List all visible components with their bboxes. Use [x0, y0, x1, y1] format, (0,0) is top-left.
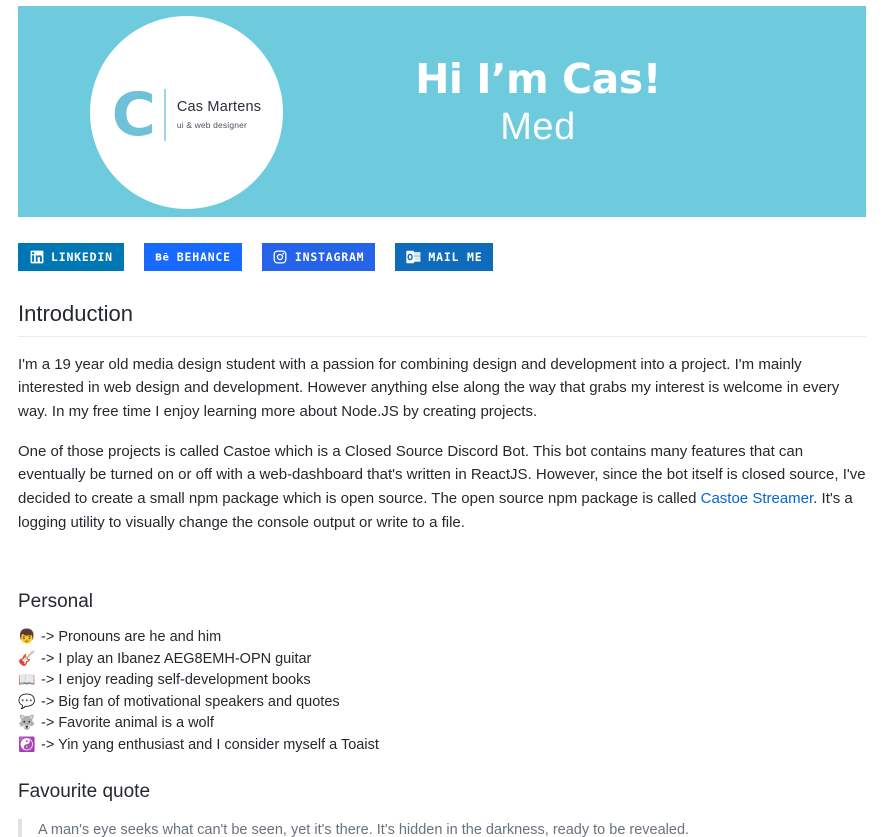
instagram-badge-label: INSTAGRAM — [294, 250, 365, 264]
boy-emoji: 👦 — [18, 629, 36, 646]
speech-balloon-emoji: 💬 — [18, 693, 36, 710]
logo-name: Cas Martens — [176, 98, 262, 115]
wolf-emoji: 🐺 — [18, 715, 36, 732]
linkedin-icon — [29, 250, 44, 265]
outlook-icon — [406, 250, 421, 265]
list-item: 🐺 -> Favorite animal is a wolf — [18, 713, 866, 735]
guitar-emoji: 🎸 — [18, 650, 36, 667]
logo-divider — [163, 88, 166, 141]
list-item-text: -> Yin yang enthusiast and I consider my… — [41, 736, 379, 753]
linkedin-badge-label: LINKEDIN — [51, 250, 113, 264]
behance-badge[interactable]: Bē BEHANCE — [143, 243, 242, 271]
list-item: 📖 -> I enjoy reading self-development boo… — [18, 670, 866, 692]
mail-me-badge-label: MAIL ME — [428, 250, 483, 264]
list-item-text: -> I play an Ibanez AEG8EMH-OPN guitar — [41, 650, 312, 667]
readme-content: Introduction I'm a 19 year old media des… — [18, 300, 866, 837]
logo-circle: C Cas Martens ui & web designer — [90, 16, 283, 209]
list-item-text: -> Favorite animal is a wolf — [41, 715, 214, 732]
favourite-quote-text: A man's eye seeks what can't be seen, ye… — [18, 818, 866, 837]
castoe-streamer-link[interactable]: Castoe Streamer — [701, 490, 814, 507]
list-item: 💬 -> Big fan of motivational speakers and… — [18, 692, 866, 714]
banner-headline: Hi I’m Cas! — [415, 55, 661, 103]
instagram-icon — [273, 250, 288, 265]
social-badge-row: LINKEDIN Bē BEHANCE INSTAGRAM MAIL ME — [18, 243, 494, 271]
favourite-quote-heading: Favourite quote — [18, 781, 151, 803]
mail-me-badge[interactable]: MAIL ME — [395, 243, 494, 271]
open-book-emoji: 📖 — [18, 672, 36, 689]
introduction-paragraph-1: I'm a 19 year old media design student w… — [18, 355, 840, 420]
behance-icon: Bē — [155, 250, 170, 265]
personal-section: Personal 👦 -> Pronouns are he and him 🎸 ->… — [18, 590, 866, 756]
list-item: 🎸 -> I play an Ibanez AEG8EMH-OPN guitar — [18, 649, 866, 671]
list-item-text: -> Pronouns are he and him — [41, 629, 222, 646]
logo-role: ui & web designer — [176, 120, 247, 131]
linkedin-badge[interactable]: LINKEDIN — [18, 243, 124, 271]
yin-yang-emoji: ☯️ — [18, 736, 36, 753]
banner-text-group: Hi I’m Cas! Med — [318, 55, 758, 149]
instagram-badge[interactable]: INSTAGRAM — [261, 243, 376, 271]
behance-badge-label: BEHANCE — [176, 250, 231, 264]
personal-heading: Personal — [18, 591, 93, 613]
personal-list: 👦 -> Pronouns are he and him 🎸 -> I play a… — [18, 627, 866, 756]
introduction-heading: Introduction — [18, 300, 866, 337]
list-item: ☯️ -> Yin yang enthusiast and I consider … — [18, 735, 866, 757]
banner-subhead: Med — [500, 106, 576, 149]
favourite-quote-section: Favourite quote A man's eye seeks what c… — [18, 780, 866, 837]
profile-banner: C Cas Martens ui & web designer Hi I’m C… — [18, 6, 866, 217]
logo-lockup: C Cas Martens ui & web designer — [112, 85, 261, 145]
svg-text:Bē: Bē — [155, 252, 169, 263]
list-item: 👦 -> Pronouns are he and him — [18, 627, 866, 649]
readme-page: C Cas Martens ui & web designer Hi I’m C… — [0, 0, 884, 837]
list-item-text: -> Big fan of motivational speakers and … — [41, 693, 340, 710]
logo-text-group: Cas Martens ui & web designer — [177, 99, 261, 130]
introduction-paragraph-2: One of those projects is called Castoe w… — [18, 440, 866, 535]
logo-mark-c: C — [111, 79, 156, 150]
list-item-text: -> I enjoy reading self-development book… — [41, 672, 311, 689]
